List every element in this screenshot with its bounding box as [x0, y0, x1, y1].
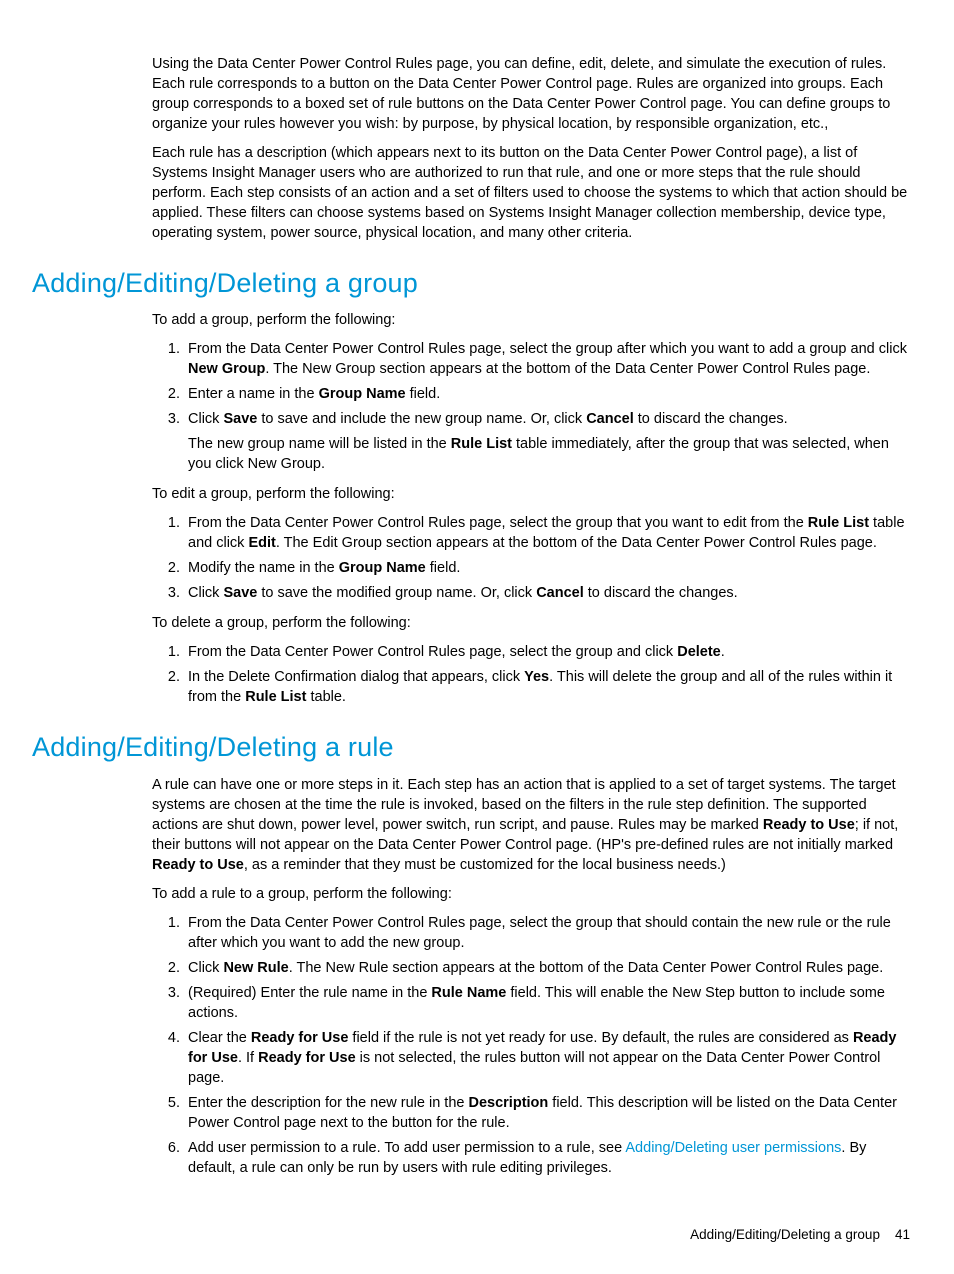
list-item: In the Delete Confirmation dialog that a… — [184, 667, 914, 707]
list-item: From the Data Center Power Control Rules… — [184, 513, 914, 553]
edit-group-steps: From the Data Center Power Control Rules… — [152, 513, 914, 603]
list-item: Click New Rule. The New Rule section app… — [184, 958, 914, 978]
edit-group-intro: To edit a group, perform the following: — [152, 484, 914, 504]
link-user-permissions[interactable]: Adding/Deleting user permissions — [625, 1140, 841, 1156]
list-item: Click Save to save the modified group na… — [184, 583, 914, 603]
list-item: Clear the Ready for Use field if the rul… — [184, 1028, 914, 1088]
list-item: Click Save to save and include the new g… — [184, 409, 914, 474]
intro-block: Using the Data Center Power Control Rule… — [152, 54, 914, 243]
page-footer: Adding/Editing/Deleting a group 41 — [32, 1226, 914, 1245]
add-rule-intro: To add a rule to a group, perform the fo… — [152, 884, 914, 904]
add-group-steps: From the Data Center Power Control Rules… — [152, 339, 914, 474]
rule-intro-paragraph: A rule can have one or more steps in it.… — [152, 775, 914, 875]
heading-rule: Adding/Editing/Deleting a rule — [32, 729, 914, 766]
list-item: From the Data Center Power Control Rules… — [184, 913, 914, 953]
heading-group: Adding/Editing/Deleting a group — [32, 265, 914, 302]
intro-paragraph-1: Using the Data Center Power Control Rule… — [152, 54, 914, 134]
delete-group-steps: From the Data Center Power Control Rules… — [152, 642, 914, 707]
add-rule-steps: From the Data Center Power Control Rules… — [152, 913, 914, 1178]
add-group-intro: To add a group, perform the following: — [152, 310, 914, 330]
list-item: (Required) Enter the rule name in the Ru… — [184, 983, 914, 1023]
delete-group-intro: To delete a group, perform the following… — [152, 613, 914, 633]
list-item: From the Data Center Power Control Rules… — [184, 642, 914, 662]
list-item: Add user permission to a rule. To add us… — [184, 1138, 914, 1178]
page-number: 41 — [895, 1227, 910, 1242]
list-item: From the Data Center Power Control Rules… — [184, 339, 914, 379]
list-item: Enter a name in the Group Name field. — [184, 384, 914, 404]
list-item: Modify the name in the Group Name field. — [184, 558, 914, 578]
list-item: Enter the description for the new rule i… — [184, 1093, 914, 1133]
list-item-note: The new group name will be listed in the… — [188, 434, 914, 474]
footer-title: Adding/Editing/Deleting a group — [690, 1227, 880, 1242]
intro-paragraph-2: Each rule has a description (which appea… — [152, 143, 914, 243]
